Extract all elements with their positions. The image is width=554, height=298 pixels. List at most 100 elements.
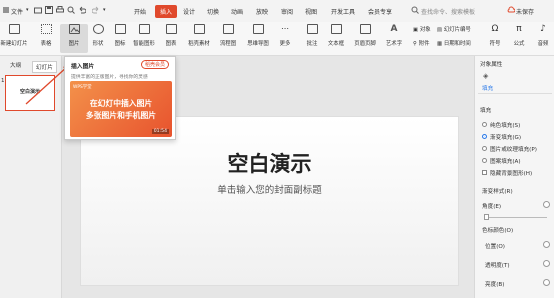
slide-title[interactable]: 空白演示: [81, 148, 458, 178]
menu-file[interactable]: 文件: [11, 7, 23, 16]
tooltip-description: 提供丰富的正版图片，寻找你的灵感: [71, 75, 148, 80]
textbox-button[interactable]: 文本框: [322, 24, 350, 47]
tab-view[interactable]: 视图: [305, 7, 317, 16]
video-brand: WPS学堂: [73, 85, 92, 90]
radio-gradient-fill[interactable]: [482, 134, 487, 139]
video-title-line2: 多张图片和手机图片: [85, 111, 157, 120]
mindmap-icon: [252, 24, 264, 34]
option-gradient-fill[interactable]: 渐变填充(G): [490, 133, 521, 141]
angle-label: 角度(E): [482, 204, 502, 210]
menu-icon[interactable]: [2, 6, 10, 14]
preview-icon[interactable]: [67, 6, 75, 14]
tab-insert[interactable]: 插入: [155, 5, 178, 18]
current-slide[interactable]: 空白演示 单击输入您的封面副标题: [80, 116, 459, 286]
more-button[interactable]: ⋯ 更多: [271, 24, 299, 47]
insert-picture-tooltip: 插入图片 稻壳会员 提供丰富的正版图片，寻找你的灵感 WPS学堂 在幻灯中插入图…: [64, 56, 176, 140]
tab-home[interactable]: 开始: [134, 7, 146, 16]
position-stepper[interactable]: [543, 241, 550, 248]
panel-header: 对象属性: [480, 62, 503, 68]
flowchart-button[interactable]: 流程图: [214, 24, 242, 47]
stock-material-button[interactable]: 稻壳素材: [185, 24, 213, 47]
attachment-button[interactable]: ⚲ 附件: [413, 39, 429, 47]
chart-button[interactable]: 图表: [157, 24, 185, 47]
search-input[interactable]: 查找命令、搜索模板: [421, 7, 475, 16]
divider: [478, 93, 552, 94]
smartart-icon: [138, 24, 150, 34]
tab-member[interactable]: 会员专享: [368, 7, 392, 16]
stock-material-icon: [193, 24, 205, 34]
option-solid-fill[interactable]: 纯色填充(S): [490, 121, 520, 129]
header-footer-icon: [359, 24, 371, 34]
save-status[interactable]: 未保存: [516, 7, 534, 16]
hide-bg-label[interactable]: 隐藏背景图形(H): [490, 169, 532, 177]
tab-animation[interactable]: 动画: [231, 7, 243, 16]
flowchart-icon: [222, 24, 234, 34]
comment-icon: [306, 24, 318, 34]
tutorial-video[interactable]: WPS学堂 在幻灯中插入图片 多张图片和手机图片 01:54: [70, 81, 172, 137]
cloud-icon: [507, 6, 516, 14]
undo-icon[interactable]: [78, 6, 87, 14]
slide-subtitle[interactable]: 单击输入您的封面副标题: [81, 182, 458, 196]
menu-bar: 文件 ▾ ▾ 开始 插入 设计 切换 动画 放映 审阅 视图 开发工具 会员专享…: [0, 0, 554, 22]
smartart-button[interactable]: 智能图形: [130, 24, 158, 47]
option-pattern-fill[interactable]: 图案填充(A): [490, 157, 521, 165]
brightness-label: 亮度(B): [485, 282, 505, 288]
icon-library-icon: [114, 24, 126, 34]
property-panel: 对象属性 ◈ 填充 填充 纯色填充(S) 渐变填充(G) 图片或纹理填充(P) …: [474, 56, 554, 298]
tab-review[interactable]: 审阅: [281, 7, 293, 16]
folder-icon[interactable]: [34, 6, 42, 14]
member-badge[interactable]: 稻壳会员: [140, 60, 169, 69]
tab-design[interactable]: 设计: [183, 7, 195, 16]
option-picture-fill[interactable]: 图片或纹理填充(P): [490, 145, 537, 153]
wordart-button[interactable]: A 艺术字: [380, 24, 408, 47]
slider-thumb[interactable]: [484, 214, 489, 220]
tab-transition[interactable]: 切换: [207, 7, 219, 16]
search-icon: [411, 6, 419, 14]
fill-section-title[interactable]: 填充: [480, 106, 491, 114]
app-window: 文件 ▾ ▾ 开始 插入 设计 切换 动画 放映 审阅 视图 开发工具 会员专享…: [0, 0, 554, 298]
new-slide-button[interactable]: 新建幻灯片: [0, 24, 28, 47]
header-footer-button[interactable]: 页眉页脚: [351, 24, 379, 47]
audio-button[interactable]: ♪ 音频: [529, 24, 554, 47]
new-slide-icon: [8, 24, 20, 34]
radio-solid-fill[interactable]: [482, 122, 487, 127]
angle-dial[interactable]: [543, 201, 550, 208]
symbol-icon: Ω: [491, 24, 499, 34]
save-icon[interactable]: [45, 6, 53, 14]
textbox-icon: [330, 24, 342, 34]
transparency-label: 透明度(T): [485, 263, 510, 269]
chevron-down-icon[interactable]: ▾: [26, 7, 34, 15]
mindmap-button[interactable]: 思维导图: [244, 24, 272, 47]
chart-icon: [165, 24, 177, 34]
formula-icon: π: [516, 24, 522, 34]
wordart-icon: A: [390, 24, 398, 34]
color-stop-label: 色标颜色(O): [482, 228, 514, 234]
table-button[interactable]: 表格: [32, 24, 60, 47]
ribbon-toolbar: 新建幻灯片 表格 图片 形状 图标 智能图形 图表 稻壳素材 流程图 思维导图 …: [0, 22, 554, 56]
slide-number-button[interactable]: ▤ 幻灯片编号: [437, 25, 471, 33]
gradient-style-label: 渐变样式(R): [482, 189, 513, 195]
table-icon: [40, 24, 52, 34]
print-icon[interactable]: [56, 6, 64, 14]
picture-icon: [68, 24, 80, 34]
video-duration: 01:54: [151, 129, 169, 134]
shape-icon: [92, 24, 104, 34]
brightness-stepper[interactable]: [543, 279, 550, 286]
tab-slideshow[interactable]: 放映: [256, 7, 268, 16]
position-label: 位置(O): [485, 244, 505, 250]
radio-picture-fill[interactable]: [482, 146, 487, 151]
slide-number: 1: [1, 78, 5, 84]
chevron-down-icon[interactable]: ▾: [103, 7, 111, 15]
hide-bg-checkbox[interactable]: [482, 170, 487, 175]
tooltip-title: 插入图片: [71, 64, 95, 70]
angle-slider[interactable]: [485, 217, 547, 218]
more-icon: ⋯: [281, 24, 289, 33]
tab-developer[interactable]: 开发工具: [331, 7, 355, 16]
fill-bucket-icon: ◈: [483, 72, 489, 80]
redo-icon[interactable]: [91, 6, 100, 14]
transparency-stepper[interactable]: [543, 260, 550, 267]
tab-fill[interactable]: 填充: [482, 84, 493, 92]
datetime-button[interactable]: ▦ 日期和时间: [437, 39, 471, 47]
radio-pattern-fill[interactable]: [482, 158, 487, 163]
object-button[interactable]: ▣ 对象: [413, 25, 431, 33]
